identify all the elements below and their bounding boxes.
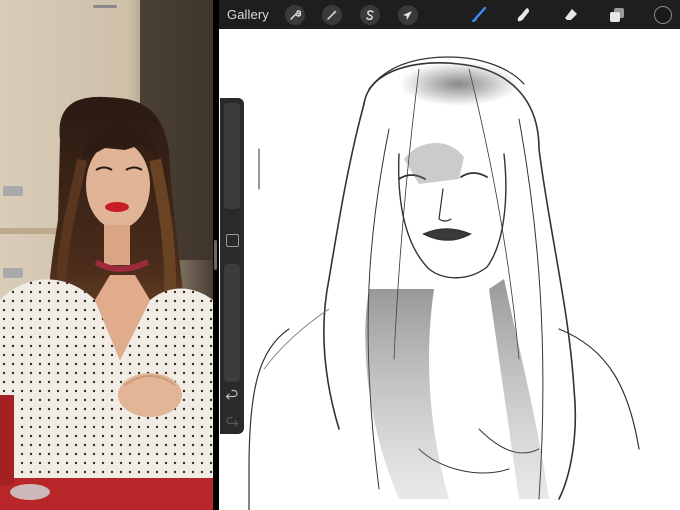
redo-arrow-icon — [226, 416, 239, 427]
adjustments-button[interactable] — [320, 0, 344, 29]
reference-photo-pane[interactable] — [0, 0, 213, 510]
layers-button[interactable] — [605, 0, 629, 29]
brush-size-slider[interactable] — [224, 103, 240, 209]
brush-icon — [467, 3, 491, 27]
drawing-canvas[interactable] — [219, 29, 680, 510]
brush-sidebar — [220, 98, 244, 434]
smudge-button[interactable] — [512, 0, 536, 29]
selection-s-icon — [360, 4, 380, 25]
modify-button[interactable] — [226, 234, 239, 247]
selection-button[interactable] — [358, 0, 382, 29]
redo-button[interactable] — [225, 416, 239, 430]
reference-photo — [0, 0, 213, 510]
multitasking-handle[interactable] — [93, 5, 117, 8]
brush-opacity-slider[interactable] — [224, 264, 240, 382]
arrow-cursor-icon — [398, 4, 418, 25]
transform-button[interactable] — [396, 0, 420, 29]
pencil-sketch — [248, 56, 640, 510]
eraser-icon — [559, 3, 583, 27]
procreate-toolbar: Gallery — [219, 0, 680, 29]
color-button[interactable] — [651, 0, 675, 29]
brush-size-thumb[interactable] — [3, 186, 23, 196]
layers-icon — [605, 3, 629, 27]
actions-button[interactable] — [283, 0, 307, 29]
split-divider-grip[interactable] — [214, 240, 217, 270]
gallery-button[interactable]: Gallery — [227, 0, 269, 29]
color-swatch-icon — [654, 5, 672, 24]
wrench-icon — [285, 4, 305, 25]
brush-opacity-thumb[interactable] — [3, 268, 23, 278]
brush-button[interactable] — [467, 0, 491, 29]
undo-arrow-icon — [225, 389, 238, 400]
eraser-button[interactable] — [559, 0, 583, 29]
undo-button[interactable] — [225, 389, 239, 403]
magic-wand-icon — [322, 4, 342, 25]
smudge-finger-icon — [512, 3, 536, 27]
